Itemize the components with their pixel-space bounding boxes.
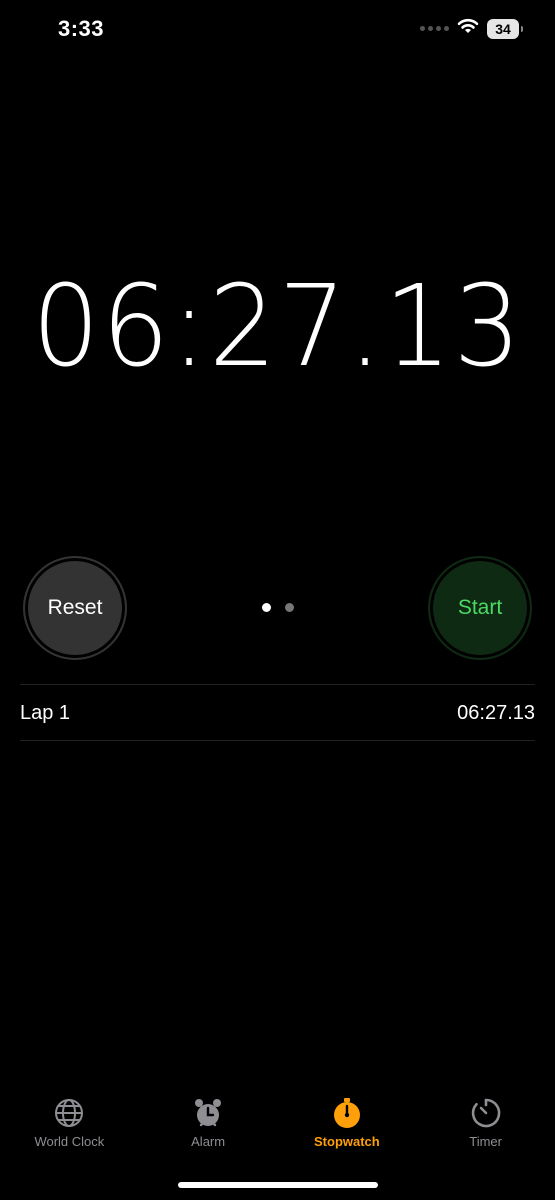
lap-row: Lap 1 06:27.13 — [20, 686, 535, 740]
tab-label: Alarm — [191, 1134, 226, 1149]
battery-icon: 34 — [487, 18, 523, 39]
stopwatch-display: 06:27.13 — [31, 262, 524, 392]
stopwatch-icon — [330, 1096, 364, 1130]
lap-list-top-divider — [20, 684, 535, 685]
status-time: 3:33 — [58, 16, 105, 41]
page-indicator[interactable] — [262, 603, 294, 612]
tab-label: Stopwatch — [314, 1134, 380, 1149]
status-icons: 34 — [420, 18, 523, 39]
wifi-icon — [457, 18, 479, 39]
lap-label: Lap 1 — [20, 701, 71, 724]
lap-row-divider — [20, 740, 535, 741]
alarm-clock-icon — [191, 1096, 225, 1130]
tab-timer[interactable]: Timer — [416, 1096, 555, 1156]
tab-stopwatch[interactable]: Stopwatch — [278, 1096, 417, 1156]
start-button[interactable]: Start — [428, 556, 532, 660]
tab-world-clock[interactable]: World Clock — [0, 1096, 139, 1156]
tab-bar: World Clock Alarm Stopwatch Timer — [0, 1096, 555, 1156]
tab-alarm[interactable]: Alarm — [139, 1096, 278, 1156]
tab-label: Timer — [469, 1134, 502, 1149]
lap-time: 06:27.13 — [457, 701, 535, 724]
reset-button[interactable]: Reset — [23, 556, 127, 660]
tab-label: World Clock — [34, 1134, 105, 1149]
globe-icon — [52, 1096, 86, 1130]
timer-icon — [469, 1096, 503, 1130]
page-dot-active — [262, 603, 271, 612]
page-dot-inactive — [285, 603, 294, 612]
cellular-signal-icon — [420, 26, 449, 31]
home-indicator[interactable] — [178, 1182, 378, 1188]
